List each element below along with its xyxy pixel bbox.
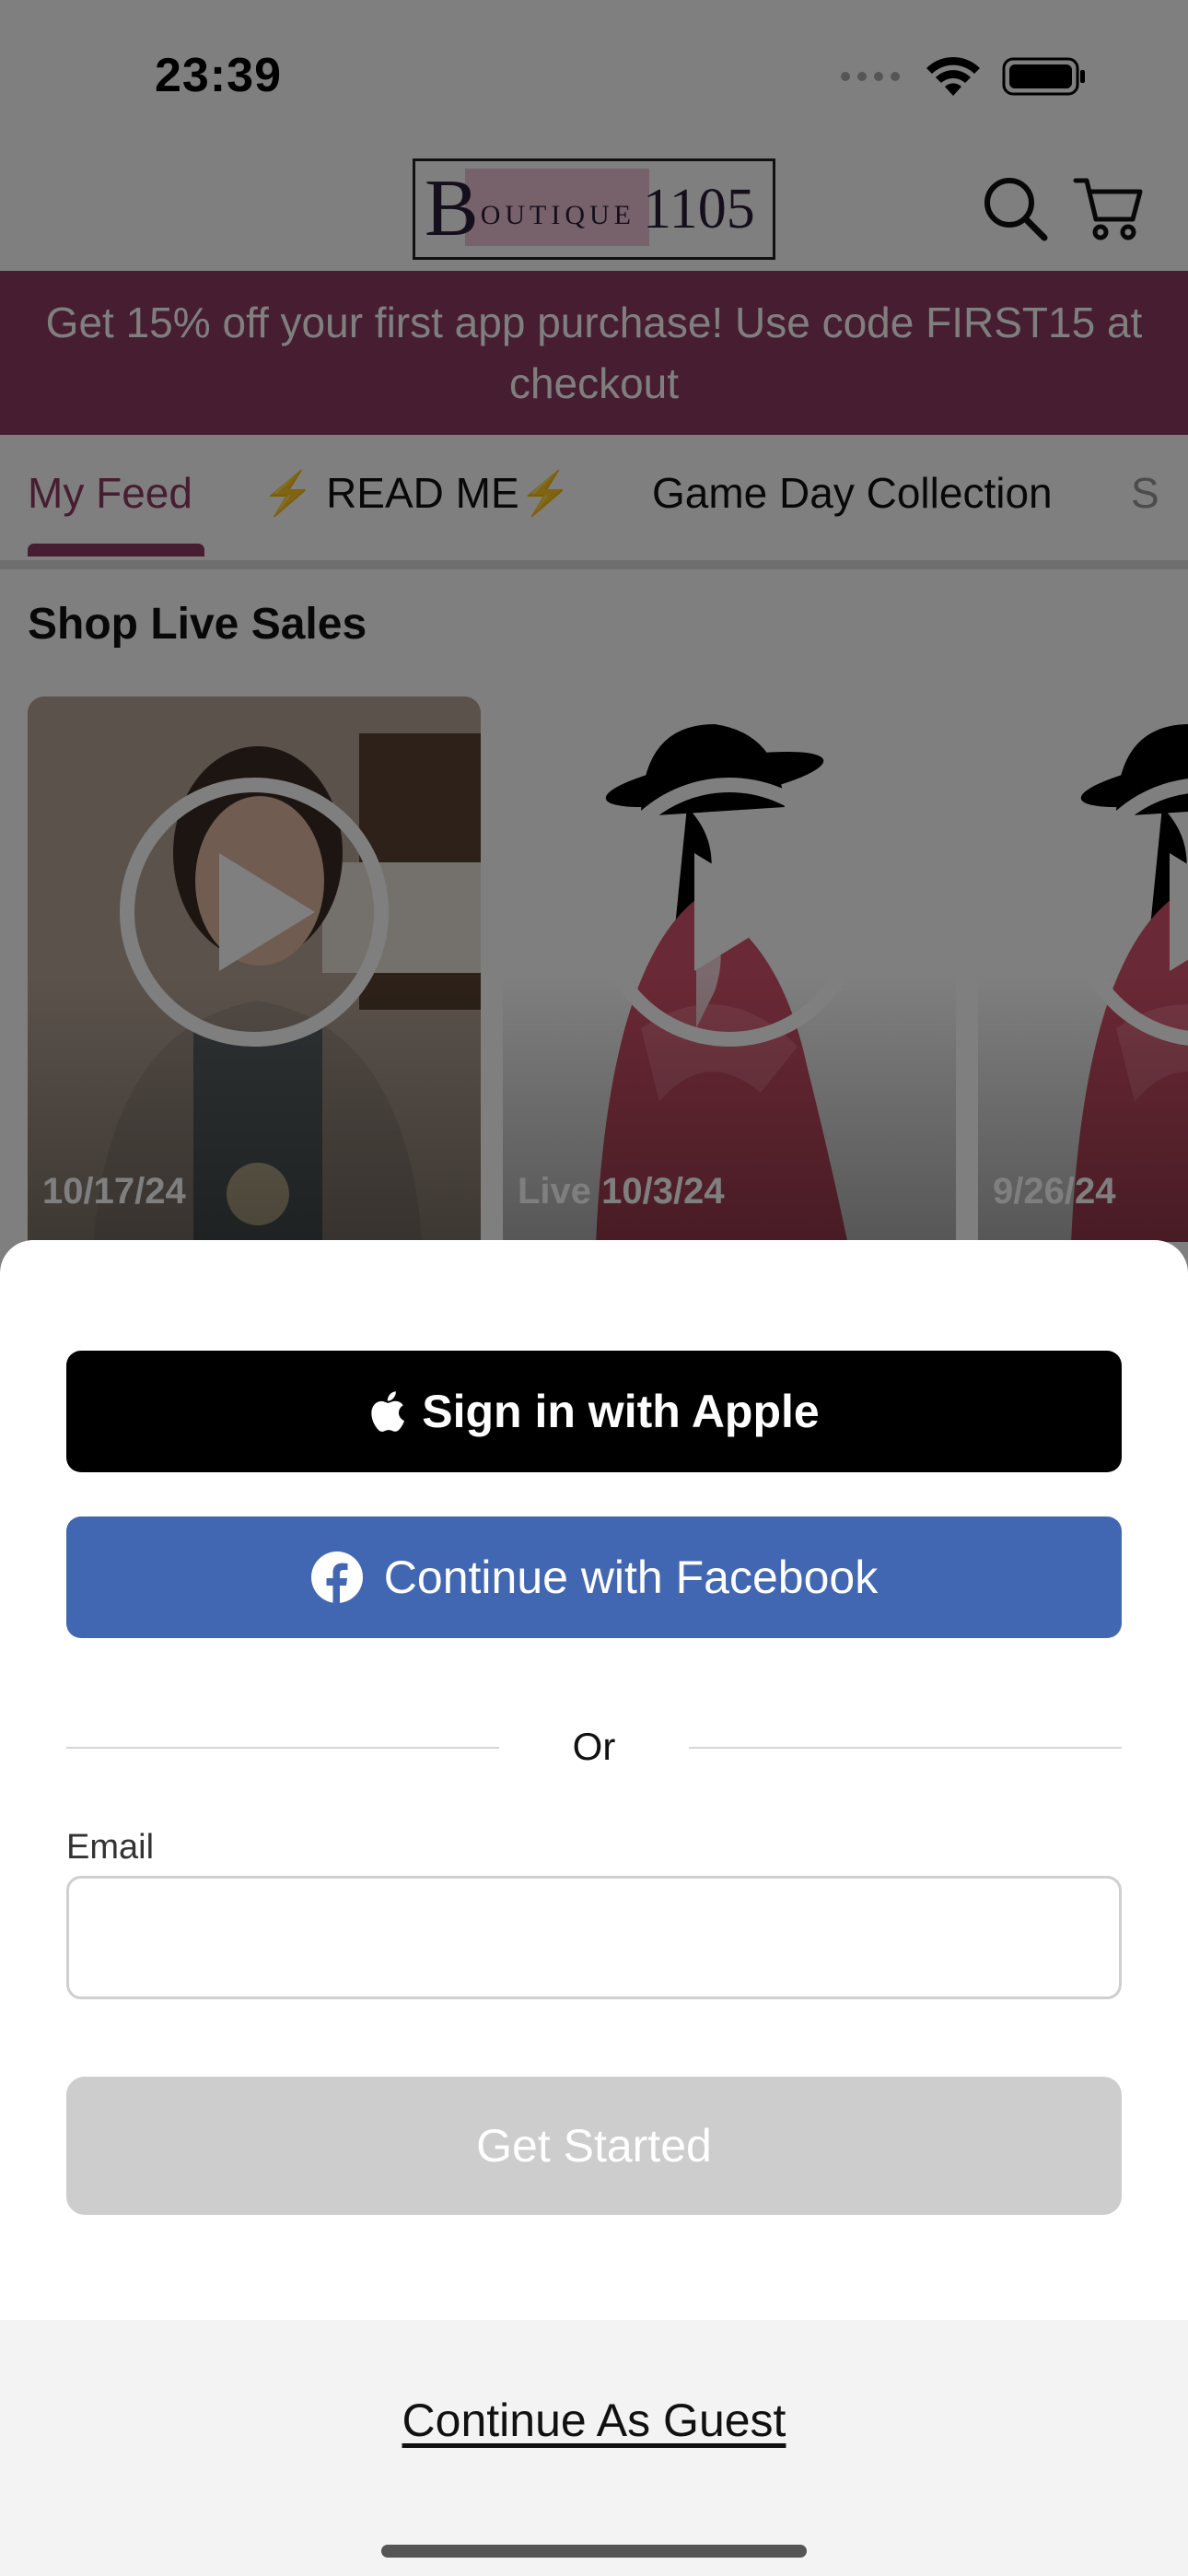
tab-next[interactable]: S bbox=[1131, 468, 1159, 518]
signal-icon bbox=[841, 72, 900, 81]
video-card[interactable]: 9/26/24 bbox=[978, 697, 1188, 1242]
promo-text: Get 15% off your first app purchase! Use… bbox=[45, 299, 1143, 407]
facebook-icon bbox=[310, 1551, 363, 1604]
facebook-button-label: Continue with Facebook bbox=[383, 1551, 879, 1603]
video-date: Live 10/3/24 bbox=[518, 1171, 725, 1212]
live-sales-section: Shop Live Sales 10/17/24 Live 10/3/24 9/… bbox=[0, 569, 1188, 1242]
app-header: B OUTIQUE 1105 bbox=[0, 157, 1188, 271]
play-icon bbox=[595, 778, 864, 1047]
apple-button-label: Sign in with Apple bbox=[422, 1386, 820, 1437]
status-bar: 23:39 bbox=[0, 0, 1188, 157]
home-indicator[interactable] bbox=[381, 2545, 807, 2558]
tab-game-day-collection[interactable]: Game Day Collection bbox=[652, 468, 1053, 518]
play-icon bbox=[1070, 779, 1188, 1046]
tabs-divider bbox=[0, 560, 1188, 569]
tab-read-me[interactable]: ⚡ READ ME⚡ bbox=[262, 468, 572, 519]
play-icon bbox=[120, 778, 389, 1047]
continue-as-guest-link[interactable]: Continue As Guest bbox=[0, 2394, 1188, 2447]
divider-line bbox=[689, 1747, 1122, 1749]
search-icon bbox=[984, 178, 1048, 241]
active-tab-indicator bbox=[28, 544, 204, 556]
lightning-icon: ⚡ bbox=[518, 469, 572, 517]
cart-icon bbox=[1073, 178, 1143, 240]
sign-in-sheet: Sign in with Apple Continue with Faceboo… bbox=[0, 1240, 1188, 2576]
get-started-button[interactable]: Get Started bbox=[66, 2077, 1122, 2215]
app-screen: 23:39 B OUTIQUE 1105 Get 15% off your fi… bbox=[0, 0, 1188, 2576]
video-card[interactable]: Live 10/3/24 bbox=[503, 697, 956, 1242]
video-date: 10/17/24 bbox=[42, 1171, 186, 1212]
tab-read-me-label: READ ME bbox=[326, 469, 519, 517]
video-card[interactable]: 10/17/24 bbox=[28, 697, 481, 1242]
feed-tabs: My Feed ⚡ READ ME⚡ Game Day Collection S bbox=[0, 435, 1188, 564]
lightning-icon: ⚡ bbox=[262, 469, 315, 517]
cart-button[interactable] bbox=[1072, 173, 1143, 243]
email-field[interactable] bbox=[66, 1876, 1122, 1999]
apple-icon bbox=[371, 1391, 405, 1432]
sign-in-apple-button[interactable]: Sign in with Apple bbox=[66, 1351, 1122, 1472]
guest-footer: Continue As Guest bbox=[0, 2320, 1188, 2576]
status-time: 23:39 bbox=[155, 49, 282, 102]
logo-initial: B bbox=[425, 164, 479, 253]
status-icons bbox=[840, 55, 1087, 98]
email-label: Email bbox=[66, 1828, 155, 1867]
section-title: Shop Live Sales bbox=[28, 600, 367, 649]
or-divider: Or bbox=[66, 1719, 1122, 1774]
logo-word: OUTIQUE bbox=[480, 200, 636, 230]
battery-icon bbox=[1002, 57, 1085, 96]
tab-my-feed[interactable]: My Feed bbox=[28, 468, 192, 518]
wifi-icon bbox=[926, 56, 980, 96]
video-date: 9/26/24 bbox=[993, 1171, 1116, 1212]
logo-number: 1105 bbox=[643, 177, 755, 240]
brand-logo[interactable]: B OUTIQUE 1105 bbox=[413, 158, 775, 260]
search-button[interactable] bbox=[980, 173, 1050, 243]
promo-banner[interactable]: Get 15% off your first app purchase! Use… bbox=[0, 271, 1188, 435]
continue-facebook-button[interactable]: Continue with Facebook bbox=[66, 1516, 1122, 1638]
